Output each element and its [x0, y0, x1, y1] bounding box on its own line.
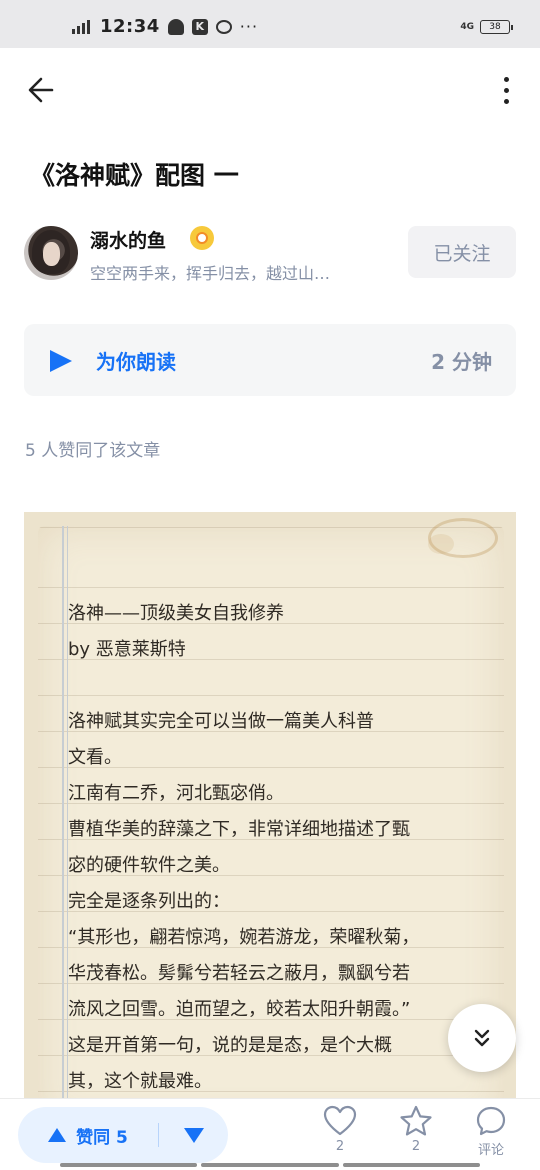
vote-up-label: 赞同 5: [76, 1127, 128, 1148]
more-dots-icon: ···: [239, 17, 259, 36]
favorite-count: 2: [411, 1139, 421, 1154]
vertical-ellipsis-icon: [503, 76, 509, 82]
paper-line: 流风之回雪。迫而望之，皎若太阳升朝霞。”: [68, 999, 411, 1020]
paper-line: 华茂春松。髣髴兮若轻云之蔽月，飘飖兮若: [68, 963, 410, 984]
triangle-down-icon: [184, 1127, 204, 1143]
follow-button[interactable]: 已关注: [408, 226, 516, 278]
play-icon: [50, 350, 72, 372]
paper-line: 洛神赋其实完全可以当做一篇美人科普: [68, 711, 374, 732]
network-indicator: 4G: [460, 22, 474, 32]
paper-line: 其，这个就最难。: [68, 1071, 212, 1092]
more-options-button[interactable]: [492, 70, 520, 110]
author-name[interactable]: 溺水的鱼: [90, 226, 166, 253]
vote-up-button[interactable]: 赞同 5: [18, 1107, 158, 1163]
paper-line: 洛神——顶级美女自我修养: [68, 603, 284, 624]
author-bio: 空空两手来，挥手归去，越过山…: [90, 264, 331, 283]
paper-sheet: 洛神——顶级美女自我修养 by 恶意莱斯特洛神赋其实完全可以当做一篇美人科普 文看。…: [38, 518, 504, 1112]
paper-line: “其形也，翩若惊鸿，婉若游龙，荣曜秋菊，: [68, 927, 420, 948]
paper-line: 完全是逐条列出的：: [68, 891, 230, 912]
paper-line: [68, 668, 488, 704]
double-chevron-down-icon: [474, 1029, 490, 1047]
battery-level: 38: [489, 22, 501, 32]
likers-text[interactable]: 5 人赞同了该文章: [25, 436, 160, 461]
vote-down-button[interactable]: [164, 1107, 224, 1163]
arrow-left-icon: [28, 77, 54, 103]
like-count: 2: [335, 1139, 345, 1154]
battery-icon: 38: [480, 20, 513, 34]
paper-line: 江南有二乔，河北甄宓俏。: [68, 783, 284, 804]
avatar-badge-icon: [190, 226, 214, 250]
status-time: 12:34: [100, 16, 160, 37]
status-bar: 12:34 K ··· 4G 38: [0, 0, 540, 48]
vote-pill: 赞同 5: [18, 1107, 228, 1163]
paper-text: 洛神——顶级美女自我修养 by 恶意莱斯特洛神赋其实完全可以当做一篇美人科普 文看。…: [68, 596, 488, 1112]
home-indicator: [60, 1163, 480, 1167]
bottom-action-bar: 赞同 5 2 2 评论: [0, 1098, 540, 1170]
article-title: 《洛神赋》配图 一: [30, 161, 239, 190]
signal-icon: [72, 19, 90, 34]
cloud-icon: [167, 18, 184, 35]
paper-line: 文看。: [68, 747, 122, 768]
like-button[interactable]: 2: [310, 1105, 370, 1165]
comment-label: 评论: [477, 1143, 504, 1158]
triangle-up-icon: [48, 1128, 67, 1142]
paper-line: 曹植华美的辞藻之下，非常详细地描述了甄: [68, 819, 410, 840]
read-duration: 2 分钟: [431, 350, 492, 374]
star-icon: [400, 1105, 432, 1136]
favorite-button[interactable]: 2: [386, 1105, 446, 1165]
comment-button[interactable]: 评论: [461, 1105, 521, 1165]
read-aloud-card[interactable]: 为你朗读 2 分钟: [24, 324, 516, 396]
paper-line: 宓的硬件软件之美。: [68, 855, 230, 876]
scroll-down-button[interactable]: [448, 1004, 516, 1072]
k-app-icon: K: [191, 18, 208, 35]
weibo-icon: [215, 19, 232, 34]
heart-icon: [323, 1105, 357, 1136]
paper-line: by 恶意莱斯特: [68, 639, 186, 660]
back-button[interactable]: [22, 70, 62, 110]
paper-line: 这是开首第一句，说的是是态，是个大概: [68, 1035, 392, 1056]
read-aloud-label: 为你朗读: [96, 350, 176, 374]
article-image[interactable]: 洛神——顶级美女自我修养 by 恶意莱斯特洛神赋其实完全可以当做一篇美人科普 文看。…: [24, 512, 516, 1112]
comment-bubble-icon: [476, 1106, 506, 1136]
author-avatar[interactable]: [24, 226, 78, 280]
